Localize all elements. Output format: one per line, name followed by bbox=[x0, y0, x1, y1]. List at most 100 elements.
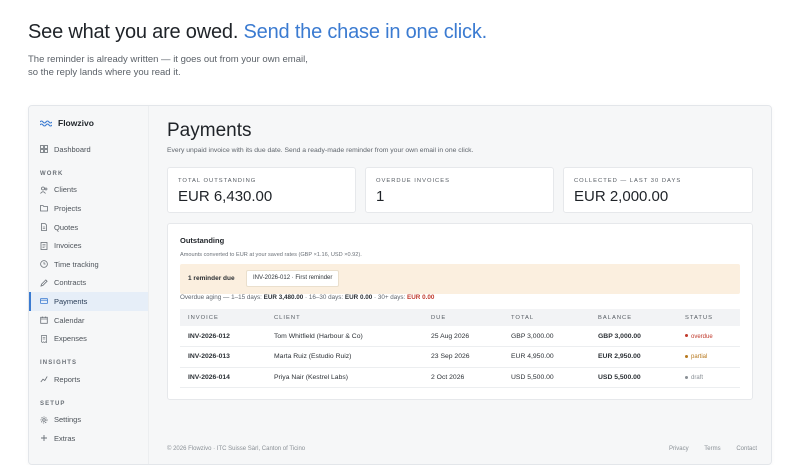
folder-icon bbox=[40, 204, 48, 212]
stat-value: EUR 6,430.00 bbox=[178, 188, 273, 205]
outstanding-card: Outstanding Amounts converted to EUR at … bbox=[167, 223, 753, 400]
app-window: Flowzivo Dashboard WORK Clients Projects Quo… bbox=[28, 105, 772, 465]
sidebar-section-work: WORK bbox=[40, 170, 64, 177]
invoices-table: INVOICE CLIENT DUE TOTAL BALANCE STATUS … bbox=[180, 309, 740, 388]
cell-due: 25 Aug 2026 bbox=[423, 326, 503, 347]
sidebar-item-label: Clients bbox=[54, 185, 77, 195]
cell-status: partial bbox=[677, 346, 740, 368]
page-title: Payments bbox=[167, 120, 252, 141]
sidebar-item-payments[interactable]: Payments bbox=[29, 292, 148, 311]
table-row[interactable]: INV-2026-013 Marta Ruiz (Estudio Ruiz) 23 … bbox=[180, 346, 740, 368]
hero-title-accent: Send the chase in one click. bbox=[243, 21, 488, 43]
sidebar-item-label: Dashboard bbox=[54, 144, 91, 154]
sidebar-item-settings[interactable]: Settings bbox=[29, 411, 148, 430]
footer-link[interactable]: Contact bbox=[736, 446, 757, 452]
wave-logo-icon bbox=[40, 120, 52, 127]
cell-status: overdue bbox=[677, 326, 740, 347]
outstanding-title: Outstanding bbox=[180, 236, 225, 245]
sidebar-item-clients[interactable]: Clients bbox=[29, 181, 148, 200]
reminder-count: 1 reminder due bbox=[188, 275, 235, 282]
sidebar-item-label: Expenses bbox=[54, 334, 87, 344]
users-icon bbox=[40, 186, 48, 194]
table-row[interactable]: INV-2026-012 Tom Whitfield (Harbour & Co)… bbox=[180, 326, 740, 347]
brand[interactable]: Flowzivo bbox=[29, 106, 148, 140]
cell-total: USD 5,500.00 bbox=[503, 367, 590, 388]
status-dot-icon bbox=[685, 375, 688, 379]
conversion-note: Amounts converted to EUR at your saved r… bbox=[180, 252, 362, 258]
col-total[interactable]: TOTAL bbox=[503, 309, 590, 326]
table-row[interactable]: INV-2026-014 Priya Nair (Kestrel Labs) 2 O… bbox=[180, 367, 740, 388]
col-status[interactable]: STATUS bbox=[677, 309, 740, 326]
aging-prefix: Overdue aging — 1–15 days: bbox=[180, 294, 262, 301]
pen-icon bbox=[40, 279, 48, 287]
cell-invoice: INV-2026-012 bbox=[180, 326, 266, 347]
status-badge: overdue bbox=[685, 334, 713, 340]
stat-card-collected: COLLECTED — LAST 30 DAYS EUR 2,000.00 bbox=[563, 167, 753, 213]
sidebar-item-projects[interactable]: Projects bbox=[29, 199, 148, 218]
cell-total: EUR 4,950.00 bbox=[503, 346, 590, 368]
sidebar-section-insights: INSIGHTS bbox=[40, 359, 78, 366]
stat-label: TOTAL OUTSTANDING bbox=[178, 178, 257, 184]
stat-label: OVERDUE INVOICES bbox=[376, 178, 450, 184]
footer-links: Privacy Terms Contact bbox=[655, 446, 757, 452]
aging-sep-2: · 30+ days: bbox=[373, 294, 406, 301]
sidebar-item-label: Settings bbox=[54, 415, 82, 425]
status-text: partial bbox=[691, 354, 708, 361]
sidebar: Flowzivo Dashboard WORK Clients Projects Quo… bbox=[29, 106, 149, 464]
sidebar-item-invoices[interactable]: Invoices bbox=[29, 236, 148, 255]
sidebar-section-setup: SETUP bbox=[40, 400, 66, 407]
cell-invoice: INV-2026-014 bbox=[180, 367, 266, 388]
footer-link[interactable]: Privacy bbox=[669, 446, 689, 452]
cell-balance: USD 5,500.00 bbox=[590, 367, 677, 388]
hero-subtitle: The reminder is already written — it goe… bbox=[28, 54, 308, 78]
gear-icon bbox=[40, 416, 48, 424]
cell-client: Priya Nair (Kestrel Labs) bbox=[266, 367, 423, 388]
main-content: Payments Every unpaid invoice with its d… bbox=[149, 106, 771, 464]
sidebar-item-extras[interactable]: Extras bbox=[29, 429, 148, 448]
col-invoice[interactable]: INVOICE bbox=[180, 309, 266, 326]
cell-due: 23 Sep 2026 bbox=[423, 346, 503, 368]
cell-status: draft bbox=[677, 367, 740, 388]
col-balance[interactable]: BALANCE bbox=[590, 309, 677, 326]
invoice-icon bbox=[40, 241, 48, 250]
aging-1-15: EUR 3,480.00 bbox=[263, 294, 304, 301]
sidebar-item-label: Projects bbox=[54, 203, 82, 213]
sidebar-item-reports[interactable]: Reports bbox=[29, 370, 148, 389]
status-badge: partial bbox=[685, 354, 707, 360]
sidebar-item-label: Time tracking bbox=[54, 259, 99, 269]
cell-balance: EUR 2,950.00 bbox=[590, 346, 677, 368]
cell-total: GBP 3,000.00 bbox=[503, 326, 590, 347]
cell-invoice: INV-2026-013 bbox=[180, 346, 266, 368]
sidebar-item-time-tracking[interactable]: Time tracking bbox=[29, 255, 148, 274]
sidebar-item-dashboard[interactable]: Dashboard bbox=[29, 140, 148, 159]
status-text: draft bbox=[691, 374, 704, 381]
cell-balance: GBP 3,000.00 bbox=[590, 326, 677, 347]
calendar-icon bbox=[40, 316, 48, 324]
sidebar-item-contracts[interactable]: Contracts bbox=[29, 274, 148, 293]
clock-icon bbox=[40, 260, 48, 269]
card-icon bbox=[40, 297, 48, 305]
brand-name: Flowzivo bbox=[58, 118, 94, 128]
status-dot-icon bbox=[685, 355, 688, 359]
sidebar-item-expenses[interactable]: Expenses bbox=[29, 329, 148, 348]
sidebar-item-label: Payments bbox=[54, 296, 88, 306]
hero-title-plain: See what you are owed. bbox=[28, 21, 239, 43]
reminder-banner: 1 reminder due INV-2026-012 · First remi… bbox=[180, 264, 740, 294]
stat-label: COLLECTED — LAST 30 DAYS bbox=[574, 178, 682, 184]
col-client[interactable]: CLIENT bbox=[266, 309, 423, 326]
sidebar-item-label: Calendar bbox=[54, 315, 85, 325]
col-due[interactable]: DUE bbox=[423, 309, 503, 326]
stat-value: 1 bbox=[376, 188, 385, 205]
cell-client: Tom Whitfield (Harbour & Co) bbox=[266, 326, 423, 347]
sidebar-item-label: Reports bbox=[54, 374, 81, 384]
sidebar-item-quotes[interactable]: Quotes bbox=[29, 218, 148, 237]
stat-card-overdue-invoices: OVERDUE INVOICES 1 bbox=[365, 167, 554, 213]
hero-title: See what you are owed. Send the chase in… bbox=[28, 20, 768, 44]
sidebar-item-calendar[interactable]: Calendar bbox=[29, 311, 148, 330]
status-text: overdue bbox=[691, 333, 713, 340]
chart-icon bbox=[40, 375, 48, 383]
footer-link[interactable]: Terms bbox=[704, 446, 720, 452]
reminder-chip-button[interactable]: INV-2026-012 · First reminder bbox=[246, 270, 340, 287]
cell-due: 2 Oct 2026 bbox=[423, 367, 503, 388]
plus-icon bbox=[40, 434, 48, 442]
